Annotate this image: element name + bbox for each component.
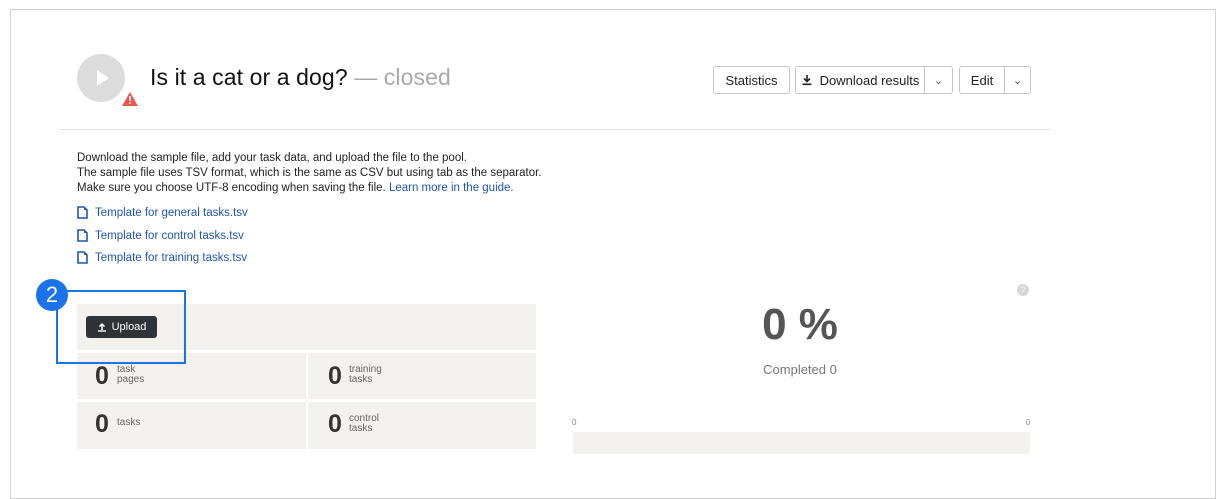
- completion-percent: 0 %: [762, 300, 838, 349]
- control-tasks-label: control tasks: [349, 413, 380, 434]
- training-tasks-label: training tasks: [349, 364, 382, 385]
- template-general-link[interactable]: Template for general tasks.tsv: [77, 206, 248, 219]
- progress-bar: [573, 432, 1030, 454]
- stat-training-tasks: [308, 353, 536, 399]
- upload-instructions: Download the sample file, add your task …: [77, 151, 542, 196]
- file-icon: [77, 251, 88, 264]
- task-pages-label: task pages: [117, 364, 145, 385]
- download-results-label: Download results: [819, 72, 920, 88]
- tutorial-highlight-box: [56, 290, 186, 364]
- pool-name: Is it a cat or a dog?: [150, 64, 348, 90]
- instructions-line-2: The sample file uses TSV format, which i…: [77, 167, 542, 179]
- instructions-line-1: Download the sample file, add your task …: [77, 152, 467, 164]
- edit-button[interactable]: Edit: [959, 66, 1005, 94]
- tasks-label: tasks: [117, 417, 141, 428]
- template-training-link[interactable]: Template for training tasks.tsv: [77, 251, 247, 264]
- template-control-link[interactable]: Template for control tasks.tsv: [77, 229, 244, 242]
- training-tasks-count: 0: [328, 362, 342, 390]
- chevron-down-icon: ⌄: [1012, 74, 1023, 87]
- control-tasks-count: 0: [328, 410, 342, 438]
- edit-label: Edit: [970, 72, 994, 88]
- progress-axis-min: 0: [572, 418, 577, 427]
- file-icon: [77, 229, 88, 242]
- instructions-line-3: Make sure you choose UTF-8 encoding when…: [77, 182, 514, 194]
- statistics-label: Statistics: [725, 72, 778, 88]
- help-icon[interactable]: ?: [1017, 284, 1029, 296]
- play-icon[interactable]: [77, 54, 125, 102]
- tutorial-step-badge: 2: [36, 279, 68, 311]
- edit-options-dropdown[interactable]: ⌄: [1004, 66, 1031, 94]
- tasks-count: 0: [95, 410, 109, 438]
- statistics-button[interactable]: Statistics: [713, 66, 790, 94]
- page-title: Is it a cat or a dog? — closed: [150, 64, 451, 91]
- download-options-dropdown[interactable]: ⌄: [924, 66, 953, 94]
- chevron-down-icon: ⌄: [933, 74, 944, 87]
- download-results-button[interactable]: Download results: [795, 66, 925, 94]
- header-divider: [60, 129, 1051, 130]
- stat-tasks: [77, 402, 306, 449]
- file-icon: [77, 206, 88, 219]
- download-icon: [802, 75, 812, 86]
- task-pages-count: 0: [95, 362, 109, 390]
- stat-control-tasks: [308, 402, 536, 449]
- completed-count: Completed 0: [763, 362, 837, 377]
- pool-status: — closed: [347, 64, 451, 90]
- progress-axis-max: 0: [1026, 418, 1031, 427]
- warning-icon: [122, 92, 138, 106]
- guide-link[interactable]: Learn more in the guide.: [389, 182, 514, 194]
